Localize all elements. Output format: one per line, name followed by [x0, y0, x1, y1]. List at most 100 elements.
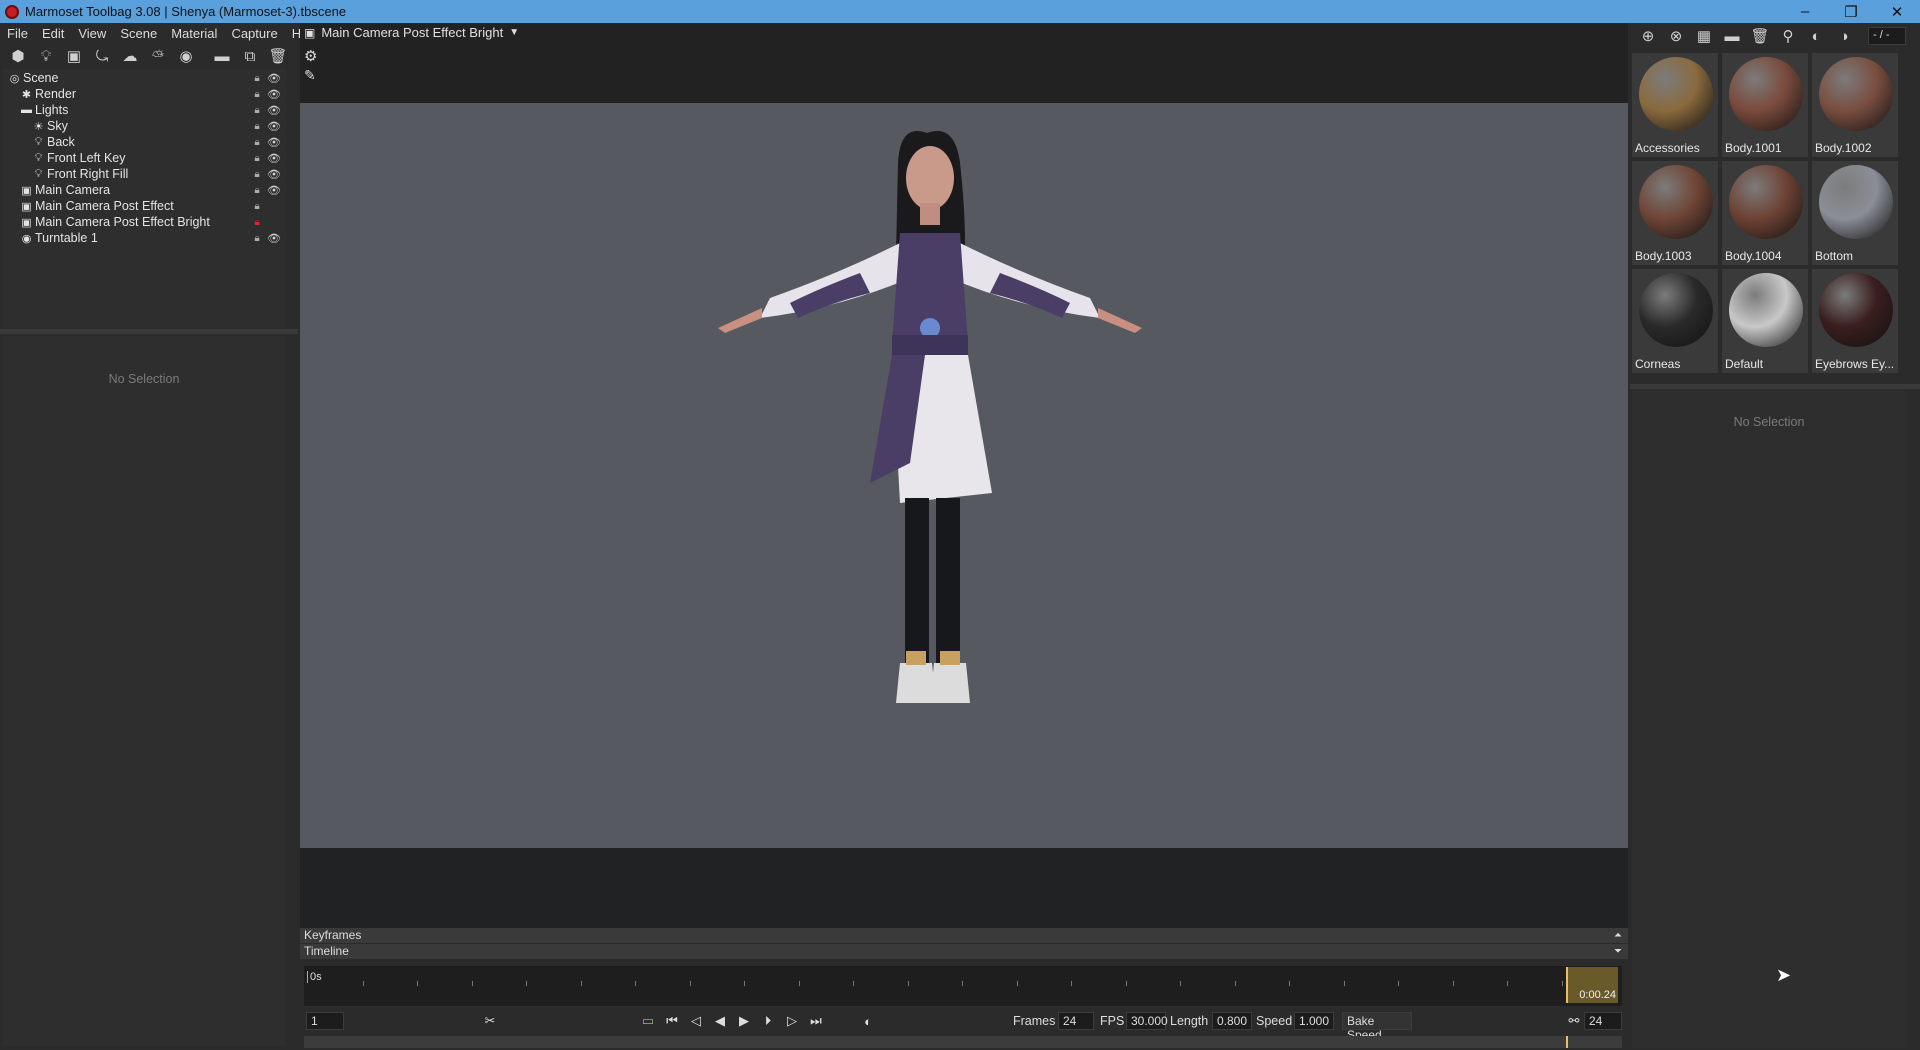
- lock-icon[interactable]: 🔒︎: [252, 89, 262, 100]
- scene-scrollbar[interactable]: [287, 69, 297, 328]
- visibility-eye-icon[interactable]: 👁︎: [267, 121, 281, 133]
- folder-icon[interactable]: ▬: [208, 45, 236, 67]
- current-frame-input[interactable]: 1: [306, 1012, 344, 1030]
- fps-input[interactable]: 30.000: [1126, 1012, 1168, 1030]
- visibility-eye-icon[interactable]: 👁︎: [267, 185, 281, 197]
- timeline-scrubber[interactable]: [304, 1036, 1622, 1048]
- loop-icon[interactable]: ▭: [636, 1011, 660, 1031]
- gear-icon[interactable]: ⚙: [304, 47, 317, 65]
- scene-tree-item[interactable]: ◉ Turntable 1 🔒︎ 👁︎: [2, 230, 286, 246]
- collapse-icon[interactable]: ⏷: [1614, 944, 1622, 959]
- menu-material[interactable]: Material: [164, 26, 224, 41]
- render-icon[interactable]: ◉: [172, 45, 200, 67]
- brush-icon[interactable]: ✎: [304, 67, 316, 84]
- sky-icon[interactable]: ⛅︎: [144, 45, 172, 67]
- visibility-eye-icon[interactable]: 👁︎: [267, 137, 281, 149]
- menu-file[interactable]: File: [0, 26, 35, 41]
- pick-icon[interactable]: ⚲: [1774, 25, 1802, 47]
- skip-end-icon[interactable]: ⏭: [804, 1011, 828, 1031]
- material-thumbnail[interactable]: Bottom: [1812, 161, 1898, 265]
- timeline-header[interactable]: Timeline ⏷: [300, 944, 1628, 959]
- frames-input[interactable]: 24: [1058, 1012, 1094, 1030]
- scene-tree-item[interactable]: ▣ Main Camera Post Effect Bright 🔒︎: [2, 214, 286, 230]
- camera-icon[interactable]: ▣: [60, 45, 88, 67]
- close-button[interactable]: ✕: [1874, 0, 1920, 23]
- play-icon[interactable]: ▶: [732, 1011, 756, 1031]
- length-input[interactable]: 0.800: [1212, 1012, 1252, 1030]
- expand-icon[interactable]: ⏶: [1614, 928, 1622, 943]
- checker-icon[interactable]: ▦: [1690, 25, 1718, 47]
- prev-key-icon[interactable]: ◁: [684, 1011, 708, 1031]
- minimize-button[interactable]: –: [1782, 0, 1828, 23]
- scene-tree-item[interactable]: ◎ Scene 🔒︎ 👁︎: [2, 70, 286, 86]
- material-thumbnail[interactable]: Body.1002: [1812, 53, 1898, 157]
- material-thumbnail[interactable]: Accessories: [1632, 53, 1718, 157]
- scene-tree-item[interactable]: 💡︎ Front Left Key 🔒︎ 👁︎: [2, 150, 286, 166]
- scene-tree-item[interactable]: ☀ Sky 🔒︎ 👁︎: [2, 118, 286, 134]
- timeline-playhead[interactable]: 0:00.24: [1566, 967, 1618, 1003]
- lock-icon[interactable]: 🔒︎: [252, 121, 262, 132]
- light-icon[interactable]: 💡︎: [32, 45, 60, 67]
- speed-input[interactable]: 1.000: [1294, 1012, 1334, 1030]
- restore-button[interactable]: ❐: [1828, 0, 1874, 23]
- visibility-eye-icon[interactable]: 👁︎: [267, 89, 281, 101]
- 3d-viewport[interactable]: [300, 103, 1628, 848]
- lock-icon[interactable]: 🔒︎: [252, 153, 262, 164]
- bake-speed-button[interactable]: Bake Speed: [1342, 1012, 1412, 1042]
- camera-selector[interactable]: ▣ Main Camera Post Effect Bright ▼: [304, 25, 519, 40]
- settings-icon[interactable]: ◐: [1802, 25, 1830, 47]
- end-frame-input[interactable]: 24: [1584, 1012, 1622, 1030]
- menu-capture[interactable]: Capture: [224, 26, 284, 41]
- visibility-eye-icon[interactable]: 👁︎: [267, 73, 281, 85]
- scissors-icon[interactable]: ✂: [478, 1011, 502, 1031]
- visibility-eye-icon[interactable]: [268, 201, 280, 211]
- turntable-icon[interactable]: ⤿: [88, 45, 116, 67]
- material-thumbnail[interactable]: Body.1001: [1722, 53, 1808, 157]
- menu-view[interactable]: View: [71, 26, 113, 41]
- visibility-eye-icon[interactable]: 👁︎: [267, 153, 281, 165]
- delete-icon[interactable]: 🗑︎: [1746, 25, 1774, 47]
- visibility-eye-icon[interactable]: 👁︎: [267, 105, 281, 117]
- scene-tree-item[interactable]: ▬ Lights 🔒︎ 👁︎: [2, 102, 286, 118]
- lock-icon[interactable]: 🔒︎: [252, 73, 262, 84]
- visibility-eye-icon[interactable]: 👁︎: [267, 233, 281, 245]
- help-icon[interactable]: ◐: [856, 1011, 880, 1031]
- visibility-eye-icon[interactable]: 👁︎: [267, 169, 281, 181]
- page-indicator[interactable]: - / -: [1868, 27, 1906, 45]
- lock-icon[interactable]: 🔒︎: [252, 169, 262, 180]
- open-folder-icon[interactable]: ▬: [1718, 25, 1746, 47]
- material-thumbnail[interactable]: Body.1004: [1722, 161, 1808, 265]
- keyframes-header[interactable]: Keyframes ⏶: [300, 928, 1628, 943]
- material-scrollbar[interactable]: [1908, 53, 1918, 379]
- timeline-ruler[interactable]: 0s 0:00.24: [304, 966, 1622, 1006]
- material-thumbnail[interactable]: Body.1003: [1632, 161, 1718, 265]
- panel-splitter[interactable]: [0, 329, 298, 334]
- duplicate-icon[interactable]: ⧉: [236, 45, 264, 67]
- step-back-icon[interactable]: ◀: [708, 1011, 732, 1031]
- menu-scene[interactable]: Scene: [113, 26, 164, 41]
- scene-tree-item[interactable]: ▣ Main Camera Post Effect 🔒︎: [2, 198, 286, 214]
- scene-tree-item[interactable]: ✱ Render 🔒︎ 👁︎: [2, 86, 286, 102]
- material-splitter[interactable]: [1630, 384, 1920, 389]
- step-forward-icon[interactable]: ⏵: [756, 1011, 780, 1031]
- visibility-eye-icon[interactable]: [268, 217, 280, 227]
- delete-icon[interactable]: 🗑︎: [264, 45, 292, 67]
- material-thumbnail[interactable]: Corneas: [1632, 269, 1718, 373]
- help-icon[interactable]: ◑: [1830, 25, 1858, 47]
- menu-edit[interactable]: Edit: [35, 26, 71, 41]
- lock-icon[interactable]: 🔒︎: [252, 185, 262, 196]
- link-icon[interactable]: ⚯: [1562, 1011, 1586, 1031]
- lock-icon[interactable]: 🔒︎: [252, 105, 262, 116]
- scene-tree-item[interactable]: 💡︎ Back 🔒︎ 👁︎: [2, 134, 286, 150]
- lock-icon[interactable]: 🔒︎: [252, 233, 262, 244]
- duplicate-material-icon[interactable]: ⊗: [1662, 25, 1690, 47]
- lock-icon[interactable]: 🔒︎: [252, 201, 262, 212]
- material-thumbnail[interactable]: Default: [1722, 269, 1808, 373]
- scene-tree-item[interactable]: 💡︎ Front Right Fill 🔒︎ 👁︎: [2, 166, 286, 182]
- lock-icon[interactable]: 🔒︎: [252, 137, 262, 148]
- add-material-icon[interactable]: ⊕: [1634, 25, 1662, 47]
- skip-start-icon[interactable]: ⏮: [660, 1011, 684, 1031]
- shadow-catcher-icon[interactable]: ☁: [116, 45, 144, 67]
- material-thumbnail[interactable]: Eyebrows Ey...: [1812, 269, 1898, 373]
- add-object-icon[interactable]: ⬢: [4, 45, 32, 67]
